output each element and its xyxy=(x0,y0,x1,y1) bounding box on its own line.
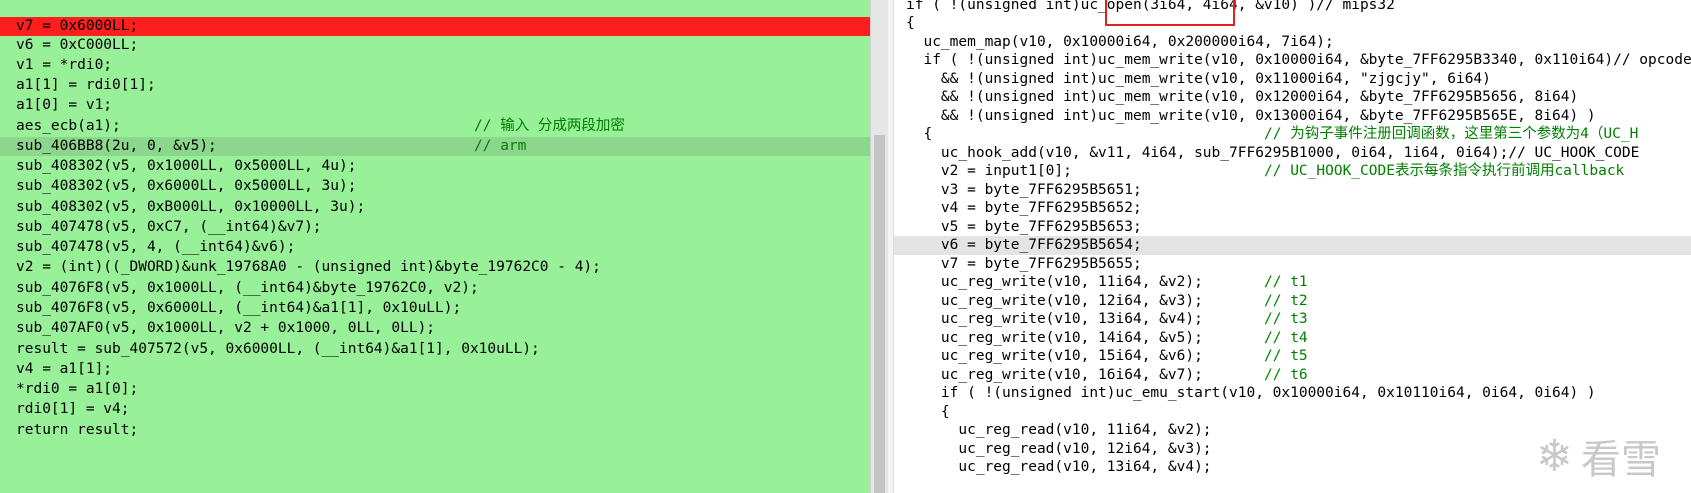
right-pseudocode-pane[interactable]: if ( !(unsigned int)uc_open(3i64, 4i64, … xyxy=(893,0,1691,493)
code-line[interactable]: a1[0] = v1; xyxy=(0,96,870,115)
code-line[interactable]: v5 = byte_7FF6295B5653; xyxy=(906,218,1691,237)
code-line[interactable]: { xyxy=(906,403,1691,422)
code-line[interactable]: uc_reg_write(v10, 14i64, &v5);// t4 xyxy=(906,329,1691,348)
code-line[interactable]: if ( !(unsigned int)uc_mem_write(v10, 0x… xyxy=(906,51,1691,70)
code-line[interactable]: v4 = byte_7FF6295B5652; xyxy=(906,199,1691,218)
code-line[interactable]: *rdi0 = a1[0]; xyxy=(0,380,870,399)
code-line[interactable]: uc_reg_write(v10, 15i64, &v6);// t5 xyxy=(906,347,1691,366)
code-line[interactable]: sub_4076F8(v5, 0x1000LL, (__int64)&byte_… xyxy=(0,279,870,298)
code-line[interactable]: v7 = 0x6000LL; xyxy=(0,17,870,36)
code-comment: // t3 xyxy=(1264,311,1308,327)
snowflake-icon: ❄ xyxy=(1536,430,1573,482)
current-code-line[interactable]: sub_406BB8(2u, 0, &v5);// arm xyxy=(0,137,870,156)
code-comment: // t4 xyxy=(1264,330,1308,346)
code-line[interactable]: v7 = byte_7FF6295B5655; xyxy=(906,255,1691,274)
code-comment: // t2 xyxy=(1264,293,1308,309)
code-line[interactable]: v3 = byte_7FF6295B5651; xyxy=(906,181,1691,200)
code-line[interactable]: uc_reg_write(v10, 13i64, &v4);// t3 xyxy=(906,310,1691,329)
code-line[interactable]: uc_reg_write(v10, 12i64, &v3);// t2 xyxy=(906,292,1691,311)
current-code-line[interactable]: v6 = byte_7FF6295B5654; xyxy=(894,236,1691,255)
code-line[interactable]: uc_reg_write(v10, 16i64, &v7);// t6 xyxy=(906,366,1691,385)
code-line[interactable]: rdi0[1] = v4; xyxy=(0,400,870,419)
code-line[interactable]: return result; xyxy=(0,421,870,440)
code-comment: // t6 xyxy=(1264,367,1308,383)
watermark-text: 看雪 xyxy=(1581,437,1661,483)
code-line[interactable]: sub_407AF0(v5, 0x1000LL, v2 + 0x1000, 0L… xyxy=(0,319,870,338)
watermark: ❄ 看雪 xyxy=(1536,427,1661,485)
code-line[interactable]: sub_4076F8(v5, 0x6000LL, (__int64)&a1[1]… xyxy=(0,299,870,318)
code-line[interactable]: sub_408302(v5, 0xB000LL, 0x10000LL, 3u); xyxy=(0,198,870,217)
code-line[interactable]: uc_mem_map(v10, 0x10000i64, 0x200000i64,… xyxy=(906,33,1691,52)
code-line[interactable]: uc_hook_add(v10, &v11, 4i64, sub_7FF6295… xyxy=(906,144,1691,163)
code-comment: // arm xyxy=(474,138,527,154)
code-line[interactable]: sub_407478(v5, 0xC7, (__int64)&v7); xyxy=(0,218,870,237)
code-line[interactable]: { xyxy=(906,14,1691,33)
code-line[interactable]: v2 = input1[0];// UC_HOOK_CODE表示每条指令执行前调… xyxy=(906,162,1691,181)
code-line[interactable]: sub_407478(v5, 4, (__int64)&v6); xyxy=(0,238,870,257)
code-line[interactable]: v4 = a1[1]; xyxy=(0,360,870,379)
code-comment: // t5 xyxy=(1264,348,1308,364)
code-line[interactable]: {// 为钩子事件注册回调函数，这里第三个参数为4（UC_H xyxy=(906,125,1691,144)
code-comment: // t1 xyxy=(1264,274,1308,290)
scrollbar-thumb[interactable] xyxy=(874,135,885,493)
code-line[interactable]: result = sub_407572(v5, 0x6000LL, (__int… xyxy=(0,340,870,359)
vertical-scrollbar[interactable] xyxy=(870,0,888,493)
code-line[interactable]: && !(unsigned int)uc_mem_write(v10, 0x11… xyxy=(906,70,1691,89)
code-line[interactable]: && !(unsigned int)uc_mem_write(v10, 0x13… xyxy=(906,107,1691,126)
code-line[interactable]: if ( !(unsigned int)uc_open(3i64, 4i64, … xyxy=(906,0,1691,15)
code-line[interactable]: if ( !(unsigned int)uc_emu_start(v10, 0x… xyxy=(906,384,1691,403)
code-line[interactable]: a1[1] = rdi0[1]; xyxy=(0,76,870,95)
code-line[interactable]: aes_ecb(a1);// 输入 分成两段加密 xyxy=(0,117,870,136)
code-line[interactable]: && !(unsigned int)uc_mem_write(v10, 0x12… xyxy=(906,88,1691,107)
code-line[interactable]: sub_408302(v5, 0x6000LL, 0x5000LL, 3u); xyxy=(0,177,870,196)
code-line[interactable]: sub_408302(v5, 0x1000LL, 0x5000LL, 4u); xyxy=(0,157,870,176)
code-line[interactable]: v1 = *rdi0; xyxy=(0,56,870,75)
code-line[interactable]: v2 = (int)((_DWORD)&unk_19768A0 - (unsig… xyxy=(0,258,870,277)
code-comment: // 为钩子事件注册回调函数，这里第三个参数为4（UC_H xyxy=(1264,126,1639,142)
code-comment: // UC_HOOK_CODE表示每条指令执行前调用callback xyxy=(1264,163,1625,179)
code-comment: // 输入 分成两段加密 xyxy=(474,118,625,134)
code-line[interactable]: v6 = 0xC000LL; xyxy=(0,36,870,55)
left-pseudocode-pane[interactable]: v7 = 0x6000LL; v6 = 0xC000LL; v1 = *rdi0… xyxy=(0,0,870,493)
code-line[interactable]: uc_reg_write(v10, 11i64, &v2);// t1 xyxy=(906,273,1691,292)
